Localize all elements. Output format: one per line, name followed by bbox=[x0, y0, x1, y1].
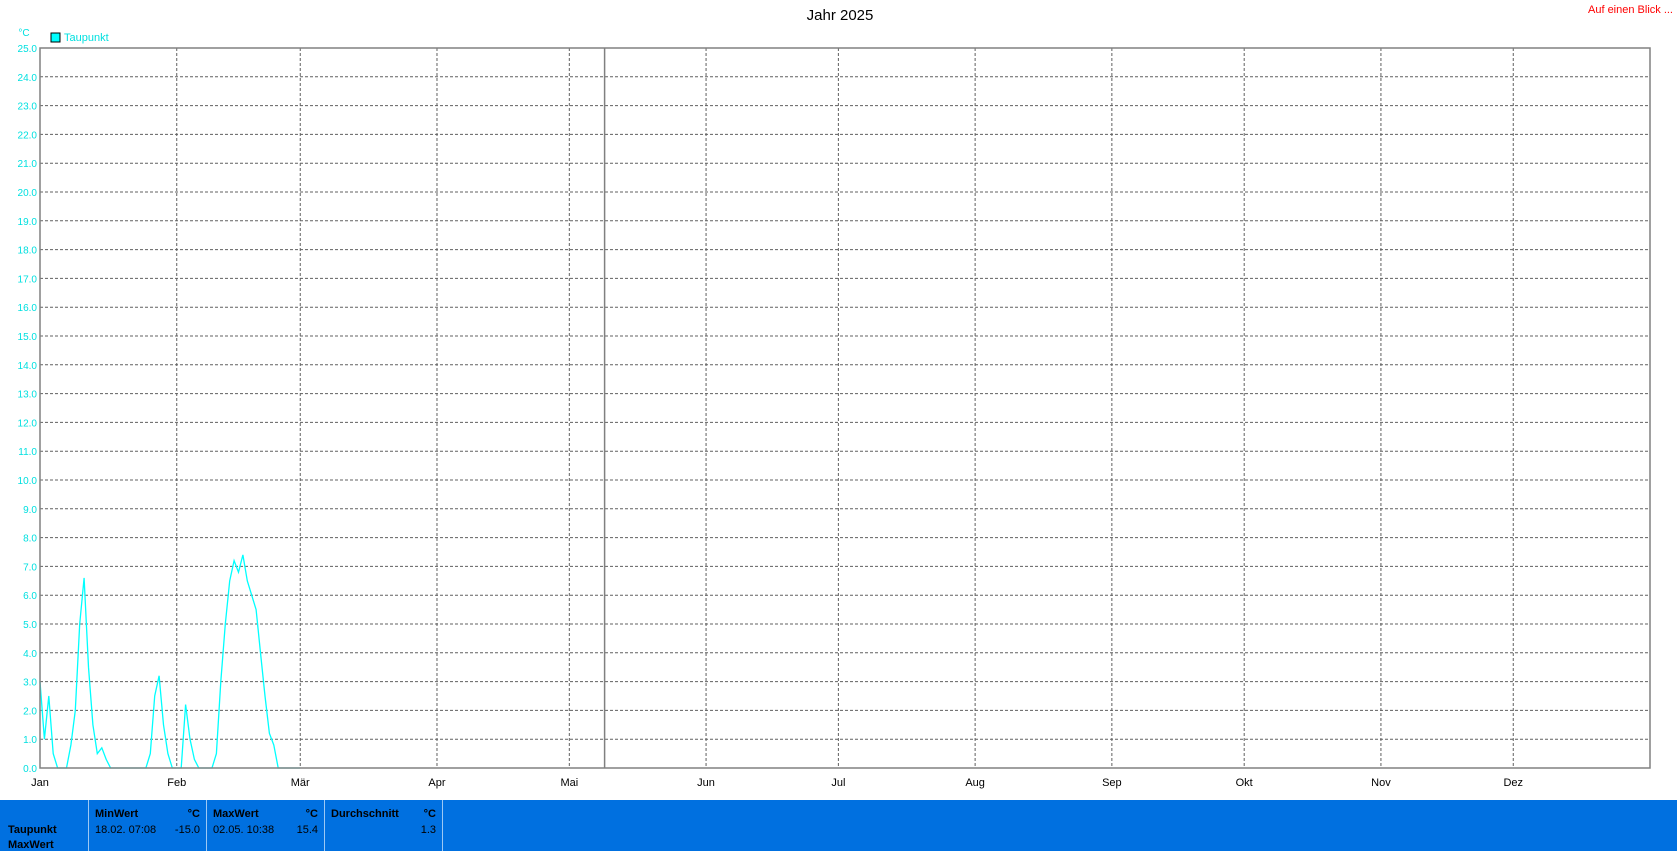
stats-row-label-taupunkt: Taupunkt bbox=[8, 824, 57, 836]
y-axis-unit: °C bbox=[18, 28, 29, 39]
x-tick-label: Mär bbox=[291, 777, 310, 789]
stat-min-value: -15.0 bbox=[174, 824, 200, 836]
y-tick-label: 7.0 bbox=[23, 562, 37, 573]
stat-max-header: MaxWert bbox=[213, 808, 259, 820]
y-tick-label: 5.0 bbox=[23, 620, 37, 631]
x-tick-label: Dez bbox=[1503, 777, 1523, 789]
y-tick-label: 22.0 bbox=[18, 130, 38, 141]
stat-min: MinWert °C 18.02. 07:08 -15.0 bbox=[88, 800, 206, 851]
stat-max: MaxWert °C 02.05. 10:38 15.4 bbox=[206, 800, 324, 851]
legend-swatch bbox=[50, 32, 61, 43]
x-tick-label: Jun bbox=[697, 777, 715, 789]
y-tick-label: 17.0 bbox=[18, 274, 38, 285]
x-tick-label: Nov bbox=[1371, 777, 1391, 789]
y-tick-label: 10.0 bbox=[18, 476, 38, 487]
y-tick-label: 11.0 bbox=[18, 447, 37, 458]
stat-min-header: MinWert bbox=[95, 808, 139, 820]
y-tick-label: 16.0 bbox=[18, 303, 38, 314]
plot-frame bbox=[39, 47, 1651, 769]
x-tick-label: Jul bbox=[831, 777, 845, 789]
y-tick-label: 3.0 bbox=[23, 678, 37, 689]
stats-row-label-maxwert: MaxWert bbox=[8, 839, 54, 851]
y-tick-label: 24.0 bbox=[18, 73, 38, 84]
y-tick-label: 20.0 bbox=[18, 188, 38, 199]
stat-max-date: 02.05. 10:38 bbox=[213, 824, 275, 836]
x-tick-label: Feb bbox=[167, 777, 186, 789]
stat-min-date: 18.02. 07:08 bbox=[95, 824, 157, 836]
y-tick-label: 14.0 bbox=[18, 361, 38, 372]
y-tick-label: 4.0 bbox=[23, 649, 37, 660]
y-tick-label: 23.0 bbox=[18, 102, 38, 113]
stat-min-unit: °C bbox=[187, 808, 200, 820]
x-tick-label: Sep bbox=[1102, 777, 1122, 789]
stat-max-unit: °C bbox=[305, 808, 318, 820]
stat-avg-value: 1.3 bbox=[420, 824, 436, 836]
y-tick-label: 25.0 bbox=[18, 44, 38, 55]
y-tick-label: 12.0 bbox=[18, 418, 38, 429]
y-tick-label: 9.0 bbox=[23, 505, 37, 516]
x-tick-label: Aug bbox=[965, 777, 985, 789]
stat-avg: Durchschnitt °C 1.3 bbox=[324, 800, 443, 851]
y-tick-label: 2.0 bbox=[23, 706, 37, 717]
x-tick-label: Mai bbox=[560, 777, 578, 789]
y-tick-label: 15.0 bbox=[18, 332, 38, 343]
stats-bar: Taupunkt MaxWert MinWert °C 18.02. 07:08… bbox=[0, 800, 1677, 851]
y-tick-label: 18.0 bbox=[18, 246, 38, 257]
series-line-max bbox=[39, 554, 301, 769]
y-tick-label: 21.0 bbox=[18, 159, 38, 170]
y-tick-label: 19.0 bbox=[18, 217, 38, 228]
x-tick-label: Okt bbox=[1236, 777, 1253, 789]
x-tick-label: Apr bbox=[428, 777, 445, 789]
y-tick-label: 8.0 bbox=[23, 534, 37, 545]
legend-label: Taupunkt bbox=[64, 32, 109, 44]
y-tick-label: 0.0 bbox=[23, 764, 37, 775]
y-tick-label: 1.0 bbox=[23, 735, 37, 746]
stat-avg-unit: °C bbox=[423, 808, 436, 820]
stat-max-value: 15.4 bbox=[296, 824, 318, 836]
stat-avg-header: Durchschnitt bbox=[331, 808, 399, 820]
y-tick-label: 6.0 bbox=[23, 591, 37, 602]
chart-title: Jahr 2025 bbox=[807, 7, 874, 24]
overview-link[interactable]: Auf einen Blick ... bbox=[1588, 4, 1673, 16]
y-tick-label: 13.0 bbox=[18, 390, 38, 401]
x-tick-label: Jan bbox=[31, 777, 49, 789]
chart: Jahr 2025 °C Taupunkt 0.0 1.0 2.0 3.0 4.0 5.0… bbox=[18, 7, 1651, 789]
